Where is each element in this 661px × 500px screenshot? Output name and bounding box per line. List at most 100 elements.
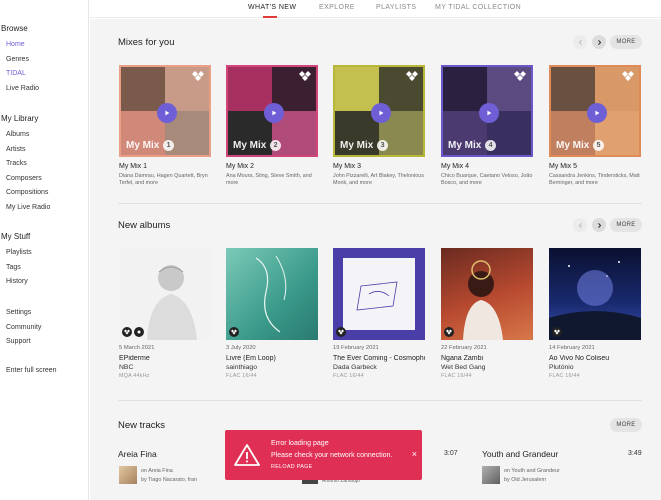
album-artist[interactable]: Plutónio xyxy=(549,364,641,371)
mix-card-2[interactable]: My Mix 2 My Mix 2 Ana Moura, Sting, Stev… xyxy=(226,65,318,187)
active-tab-underline xyxy=(263,16,277,18)
sidebar-item-composers[interactable]: Composers xyxy=(0,172,89,187)
album-card-2[interactable]: 3 July 2020 Livre (Em Loop) sainthiago F… xyxy=(226,248,318,379)
tidal-logo-icon xyxy=(622,71,634,81)
mix-title[interactable]: My Mix 4 xyxy=(441,163,533,170)
album-cover-art xyxy=(333,248,425,340)
mix-cover: My Mix 2 xyxy=(226,65,318,157)
sidebar-stuff: My Stuff Playlists Tags History xyxy=(0,232,89,290)
mixes-more-button[interactable]: MORE xyxy=(610,35,642,49)
sidebar-item-my-live-radio[interactable]: My Live Radio xyxy=(0,201,89,216)
album-quality: MQA 44kHz xyxy=(119,373,150,379)
tab-my-tidal-collection[interactable]: MY TIDAL COLLECTION xyxy=(435,4,521,11)
album-artist[interactable]: Dada Garbeck xyxy=(333,364,425,371)
reload-page-button[interactable]: RELOAD PAGE xyxy=(271,464,313,470)
mix-artists: John Pizzarelli, Art Blakey, Thelonious … xyxy=(333,173,424,186)
play-icon[interactable] xyxy=(264,103,284,123)
mixes-prev-button[interactable] xyxy=(573,35,587,49)
album-title[interactable]: Ngana Zambi xyxy=(441,355,533,362)
mix-title[interactable]: My Mix 1 xyxy=(119,163,211,170)
sidebar-item-tracks[interactable]: Tracks xyxy=(0,157,89,172)
mixes-next-button[interactable] xyxy=(592,35,606,49)
mix-title[interactable]: My Mix 5 xyxy=(549,163,641,170)
sidebar-item-tags[interactable]: Tags xyxy=(0,261,89,276)
mix-card-5[interactable]: My Mix 5 My Mix 5 Cassandra Jenkins, Tin… xyxy=(549,65,641,187)
mix-card-3[interactable]: My Mix 3 My Mix 3 John Pizzarelli, Art B… xyxy=(333,65,425,187)
sidebar-item-artists[interactable]: Artists xyxy=(0,143,89,158)
album-artist[interactable]: NBC xyxy=(119,364,211,371)
play-icon[interactable] xyxy=(157,103,177,123)
mix-cover-label: My Mix 5 xyxy=(556,139,605,151)
album-title[interactable]: Livre (Em Loop) xyxy=(226,355,318,362)
album-cover xyxy=(119,248,211,340)
tab-whats-new[interactable]: WHAT'S NEW xyxy=(248,4,296,11)
sidebar-misc: Settings Community Support xyxy=(0,306,89,350)
tracks-more-button[interactable]: MORE xyxy=(610,418,642,432)
track-album: on Areia Fina xyxy=(141,468,173,474)
tidal-logo-icon xyxy=(229,327,239,337)
sidebar-library: My Library Albums Artists Tracks Compose… xyxy=(0,114,89,215)
track-thumbnail xyxy=(482,466,500,484)
album-cover xyxy=(549,248,641,340)
sidebar-item-genres[interactable]: Genres xyxy=(0,53,89,68)
albums-prev-button[interactable] xyxy=(573,218,587,232)
album-title[interactable]: The Ever Coming - Cosmophony xyxy=(333,355,425,362)
sidebar-item-community[interactable]: Community xyxy=(0,321,89,336)
track-duration: 3:07 xyxy=(444,450,458,457)
tidal-logo-icon xyxy=(299,71,311,81)
album-card-1[interactable]: 5 March 2021 EPiderme NBC MQA 44kHz xyxy=(119,248,211,379)
album-artist[interactable]: Wet Bed Gang xyxy=(441,364,533,371)
sidebar-item-settings[interactable]: Settings xyxy=(0,306,89,321)
track-album: on Youth and Grandeur xyxy=(504,468,560,474)
sidebar-item-albums[interactable]: Albums xyxy=(0,128,89,143)
sidebar-library-title: My Library xyxy=(1,114,39,123)
mix-card-4[interactable]: My Mix 4 My Mix 4 Chico Buarque, Caetano… xyxy=(441,65,533,187)
sidebar-browse-title: Browse xyxy=(1,24,28,33)
album-card-5[interactable]: 14 February 2021 Ao Vivo No Coliseu Plut… xyxy=(549,248,641,379)
mix-title[interactable]: My Mix 3 xyxy=(333,163,425,170)
mix-cover-label: My Mix 1 xyxy=(126,139,175,151)
album-artist[interactable]: sainthiago xyxy=(226,364,318,371)
enter-full-screen-link[interactable]: Enter full screen xyxy=(0,364,89,379)
track-artist: by Tiago Nacarato, fran xyxy=(141,477,198,483)
track-duration: 3:49 xyxy=(628,450,642,457)
albums-more-button[interactable]: MORE xyxy=(610,218,642,232)
album-card-3[interactable]: 19 February 2021 The Ever Coming - Cosmo… xyxy=(333,248,425,379)
sidebar-item-tidal[interactable]: TIDAL xyxy=(0,67,89,82)
play-icon[interactable] xyxy=(371,103,391,123)
sidebar-stuff-title: My Stuff xyxy=(1,232,31,241)
albums-section-title: New albums xyxy=(118,220,171,231)
chevron-left-icon xyxy=(578,39,582,45)
sidebar-item-compositions[interactable]: Compositions xyxy=(0,186,89,201)
sidebar-item-history[interactable]: History xyxy=(0,275,89,290)
section-divider xyxy=(118,203,642,204)
albums-next-button[interactable] xyxy=(592,218,606,232)
track-title[interactable]: Areia Fina xyxy=(118,449,157,459)
sidebar: Browse Home Genres TIDAL Live Radio My L… xyxy=(0,0,89,500)
album-quality: FLAC 16/44 xyxy=(441,373,472,379)
sidebar-item-playlists[interactable]: Playlists xyxy=(0,246,89,261)
warning-icon xyxy=(234,444,260,466)
tab-explore[interactable]: EXPLORE xyxy=(319,4,355,11)
album-release-date: 3 July 2020 xyxy=(226,345,256,351)
play-icon[interactable] xyxy=(587,103,607,123)
mix-title[interactable]: My Mix 2 xyxy=(226,163,318,170)
sidebar-item-home[interactable]: Home xyxy=(0,38,89,53)
sidebar-item-support[interactable]: Support xyxy=(0,335,89,350)
tab-playlists[interactable]: PLAYLISTS xyxy=(376,4,416,11)
album-release-date: 5 March 2021 xyxy=(119,345,155,351)
album-quality: FLAC 16/44 xyxy=(549,373,580,379)
close-icon[interactable]: × xyxy=(412,450,417,459)
track-artist: by Old Jerusalem xyxy=(504,477,546,483)
track-title[interactable]: Youth and Grandeur xyxy=(482,449,558,459)
mix-card-1[interactable]: My Mix 1 My Mix 1 Diana Damrau, Hagen Qu… xyxy=(119,65,211,187)
toast-title: Error loading page xyxy=(271,440,329,447)
album-title[interactable]: Ao Vivo No Coliseu xyxy=(549,355,641,362)
play-icon[interactable] xyxy=(479,103,499,123)
album-title[interactable]: EPiderme xyxy=(119,355,211,362)
section-divider xyxy=(118,400,642,401)
tidal-logo-icon xyxy=(192,71,204,81)
chevron-left-icon xyxy=(578,222,582,228)
sidebar-item-live-radio[interactable]: Live Radio xyxy=(0,82,89,97)
album-card-4[interactable]: 22 February 2021 Ngana Zambi Wet Bed Gan… xyxy=(441,248,533,379)
